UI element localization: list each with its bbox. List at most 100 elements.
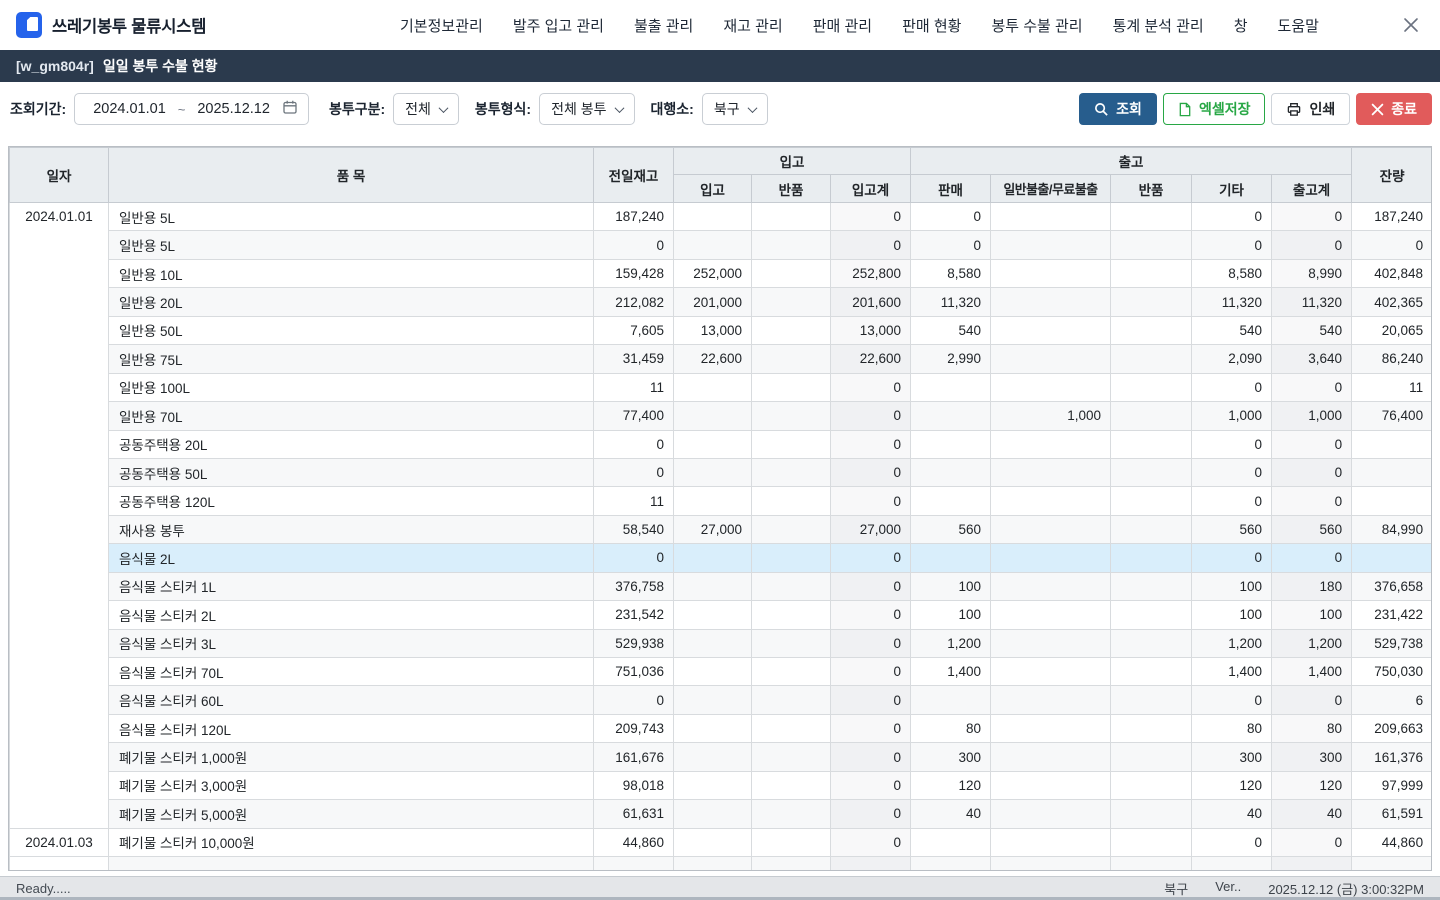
value-cell[interactable] xyxy=(752,231,831,259)
date-cell[interactable] xyxy=(10,857,109,871)
table-row[interactable]: 2024.01.01일반용 5L187,2400000187,240 xyxy=(10,203,1433,231)
value-cell[interactable]: 1,200 xyxy=(1272,629,1352,657)
value-cell[interactable]: 77,400 xyxy=(594,402,674,430)
value-cell[interactable]: 120 xyxy=(911,771,991,799)
table-row[interactable]: 공동주택용 50L0000 xyxy=(10,458,1433,486)
value-cell[interactable]: 80 xyxy=(1192,714,1272,742)
value-cell[interactable] xyxy=(752,288,831,316)
value-cell[interactable] xyxy=(674,572,752,600)
value-cell[interactable] xyxy=(752,402,831,430)
value-cell[interactable]: 0 xyxy=(831,601,911,629)
item-cell[interactable]: 음식물 2L xyxy=(109,544,594,572)
value-cell[interactable]: 0 xyxy=(1272,373,1352,401)
table-row[interactable]: 음식물 스티커 70L751,03601,4001,4001,400750,03… xyxy=(10,658,1433,686)
value-cell[interactable]: 529,938 xyxy=(594,629,674,657)
value-cell[interactable]: 100 xyxy=(1192,601,1272,629)
value-cell[interactable]: 100 xyxy=(911,572,991,600)
value-cell[interactable]: 180 xyxy=(1272,572,1352,600)
value-cell[interactable] xyxy=(752,658,831,686)
value-cell[interactable]: 61,631 xyxy=(594,800,674,828)
value-cell[interactable]: 1,000 xyxy=(1192,402,1272,430)
value-cell[interactable] xyxy=(674,430,752,458)
menu-item-bag-ledger[interactable]: 봉투 수불 관리 xyxy=(991,15,1082,36)
value-cell[interactable] xyxy=(911,430,991,458)
item-cell[interactable]: 공동주택용 120L xyxy=(109,487,594,515)
value-cell[interactable]: 1,000 xyxy=(1272,402,1352,430)
value-cell[interactable]: 31,459 xyxy=(594,345,674,373)
value-cell[interactable]: 0 xyxy=(831,373,911,401)
value-cell[interactable]: 0 xyxy=(831,487,911,515)
value-cell[interactable] xyxy=(991,743,1111,771)
value-cell[interactable] xyxy=(674,771,752,799)
value-cell[interactable]: 376,658 xyxy=(1352,572,1432,600)
value-cell[interactable] xyxy=(752,487,831,515)
item-cell[interactable] xyxy=(109,857,594,871)
value-cell[interactable] xyxy=(1111,515,1192,543)
value-cell[interactable] xyxy=(752,544,831,572)
table-row[interactable]: 재사용 봉투58,54027,00027,00056056056084,990 xyxy=(10,515,1433,543)
value-cell[interactable]: 0 xyxy=(1272,828,1352,856)
value-cell[interactable] xyxy=(991,316,1111,344)
value-cell[interactable]: 0 xyxy=(1192,231,1272,259)
item-cell[interactable]: 일반용 100L xyxy=(109,373,594,401)
value-cell[interactable] xyxy=(991,430,1111,458)
value-cell[interactable]: 751,036 xyxy=(594,658,674,686)
value-cell[interactable]: 0 xyxy=(831,544,911,572)
value-cell[interactable]: 11 xyxy=(1352,373,1432,401)
value-cell[interactable]: 252,000 xyxy=(674,259,752,287)
value-cell[interactable]: 0 xyxy=(1192,487,1272,515)
table-row[interactable]: 일반용 10L159,428252,000252,8008,5808,5808,… xyxy=(10,259,1433,287)
value-cell[interactable]: 84,990 xyxy=(1352,515,1432,543)
value-cell[interactable]: 0 xyxy=(911,231,991,259)
value-cell[interactable]: 0 xyxy=(831,658,911,686)
value-cell[interactable] xyxy=(674,800,752,828)
value-cell[interactable] xyxy=(991,203,1111,231)
table-row[interactable]: 일반용 5L000000 xyxy=(10,231,1433,259)
value-cell[interactable]: 44,860 xyxy=(594,828,674,856)
value-cell[interactable] xyxy=(674,373,752,401)
menu-item-basic-info[interactable]: 기본정보관리 xyxy=(400,15,483,36)
value-cell[interactable] xyxy=(1111,601,1192,629)
value-cell[interactable]: 0 xyxy=(831,203,911,231)
table-row[interactable]: 음식물 스티커 3L529,93801,2001,2001,200529,738 xyxy=(10,629,1433,657)
value-cell[interactable] xyxy=(752,629,831,657)
value-cell[interactable] xyxy=(1111,828,1192,856)
value-cell[interactable] xyxy=(991,658,1111,686)
value-cell[interactable]: 40 xyxy=(911,800,991,828)
value-cell[interactable] xyxy=(911,857,991,871)
value-cell[interactable] xyxy=(991,288,1111,316)
value-cell[interactable]: 100 xyxy=(1272,601,1352,629)
value-cell[interactable]: 540 xyxy=(1192,316,1272,344)
value-cell[interactable]: 13,000 xyxy=(831,316,911,344)
value-cell[interactable]: 0 xyxy=(831,828,911,856)
window-close-icon[interactable] xyxy=(1402,16,1420,34)
table-row[interactable] xyxy=(10,857,1433,871)
table-row[interactable]: 일반용 20L212,082201,000201,60011,32011,320… xyxy=(10,288,1433,316)
value-cell[interactable]: 560 xyxy=(1272,515,1352,543)
value-cell[interactable]: 0 xyxy=(594,231,674,259)
menu-item-order-inbound[interactable]: 발주 입고 관리 xyxy=(513,15,604,36)
value-cell[interactable] xyxy=(674,857,752,871)
value-cell[interactable] xyxy=(752,743,831,771)
value-cell[interactable] xyxy=(674,487,752,515)
value-cell[interactable]: 27,000 xyxy=(674,515,752,543)
value-cell[interactable]: 120 xyxy=(1272,771,1352,799)
value-cell[interactable]: 100 xyxy=(911,601,991,629)
value-cell[interactable]: 0 xyxy=(1272,544,1352,572)
item-cell[interactable]: 음식물 스티커 120L xyxy=(109,714,594,742)
value-cell[interactable] xyxy=(1111,629,1192,657)
value-cell[interactable]: 402,365 xyxy=(1352,288,1432,316)
value-cell[interactable]: 2,090 xyxy=(1192,345,1272,373)
table-row[interactable]: 음식물 2L0000 xyxy=(10,544,1433,572)
value-cell[interactable]: 0 xyxy=(1272,686,1352,714)
value-cell[interactable] xyxy=(991,771,1111,799)
value-cell[interactable] xyxy=(911,487,991,515)
value-cell[interactable]: 0 xyxy=(594,686,674,714)
value-cell[interactable]: 161,376 xyxy=(1352,743,1432,771)
value-cell[interactable] xyxy=(991,572,1111,600)
value-cell[interactable]: 0 xyxy=(831,231,911,259)
value-cell[interactable] xyxy=(752,714,831,742)
item-cell[interactable]: 음식물 스티커 3L xyxy=(109,629,594,657)
value-cell[interactable] xyxy=(1272,857,1352,871)
table-row[interactable]: 폐기물 스티커 3,000원98,018012012012097,999 xyxy=(10,771,1433,799)
